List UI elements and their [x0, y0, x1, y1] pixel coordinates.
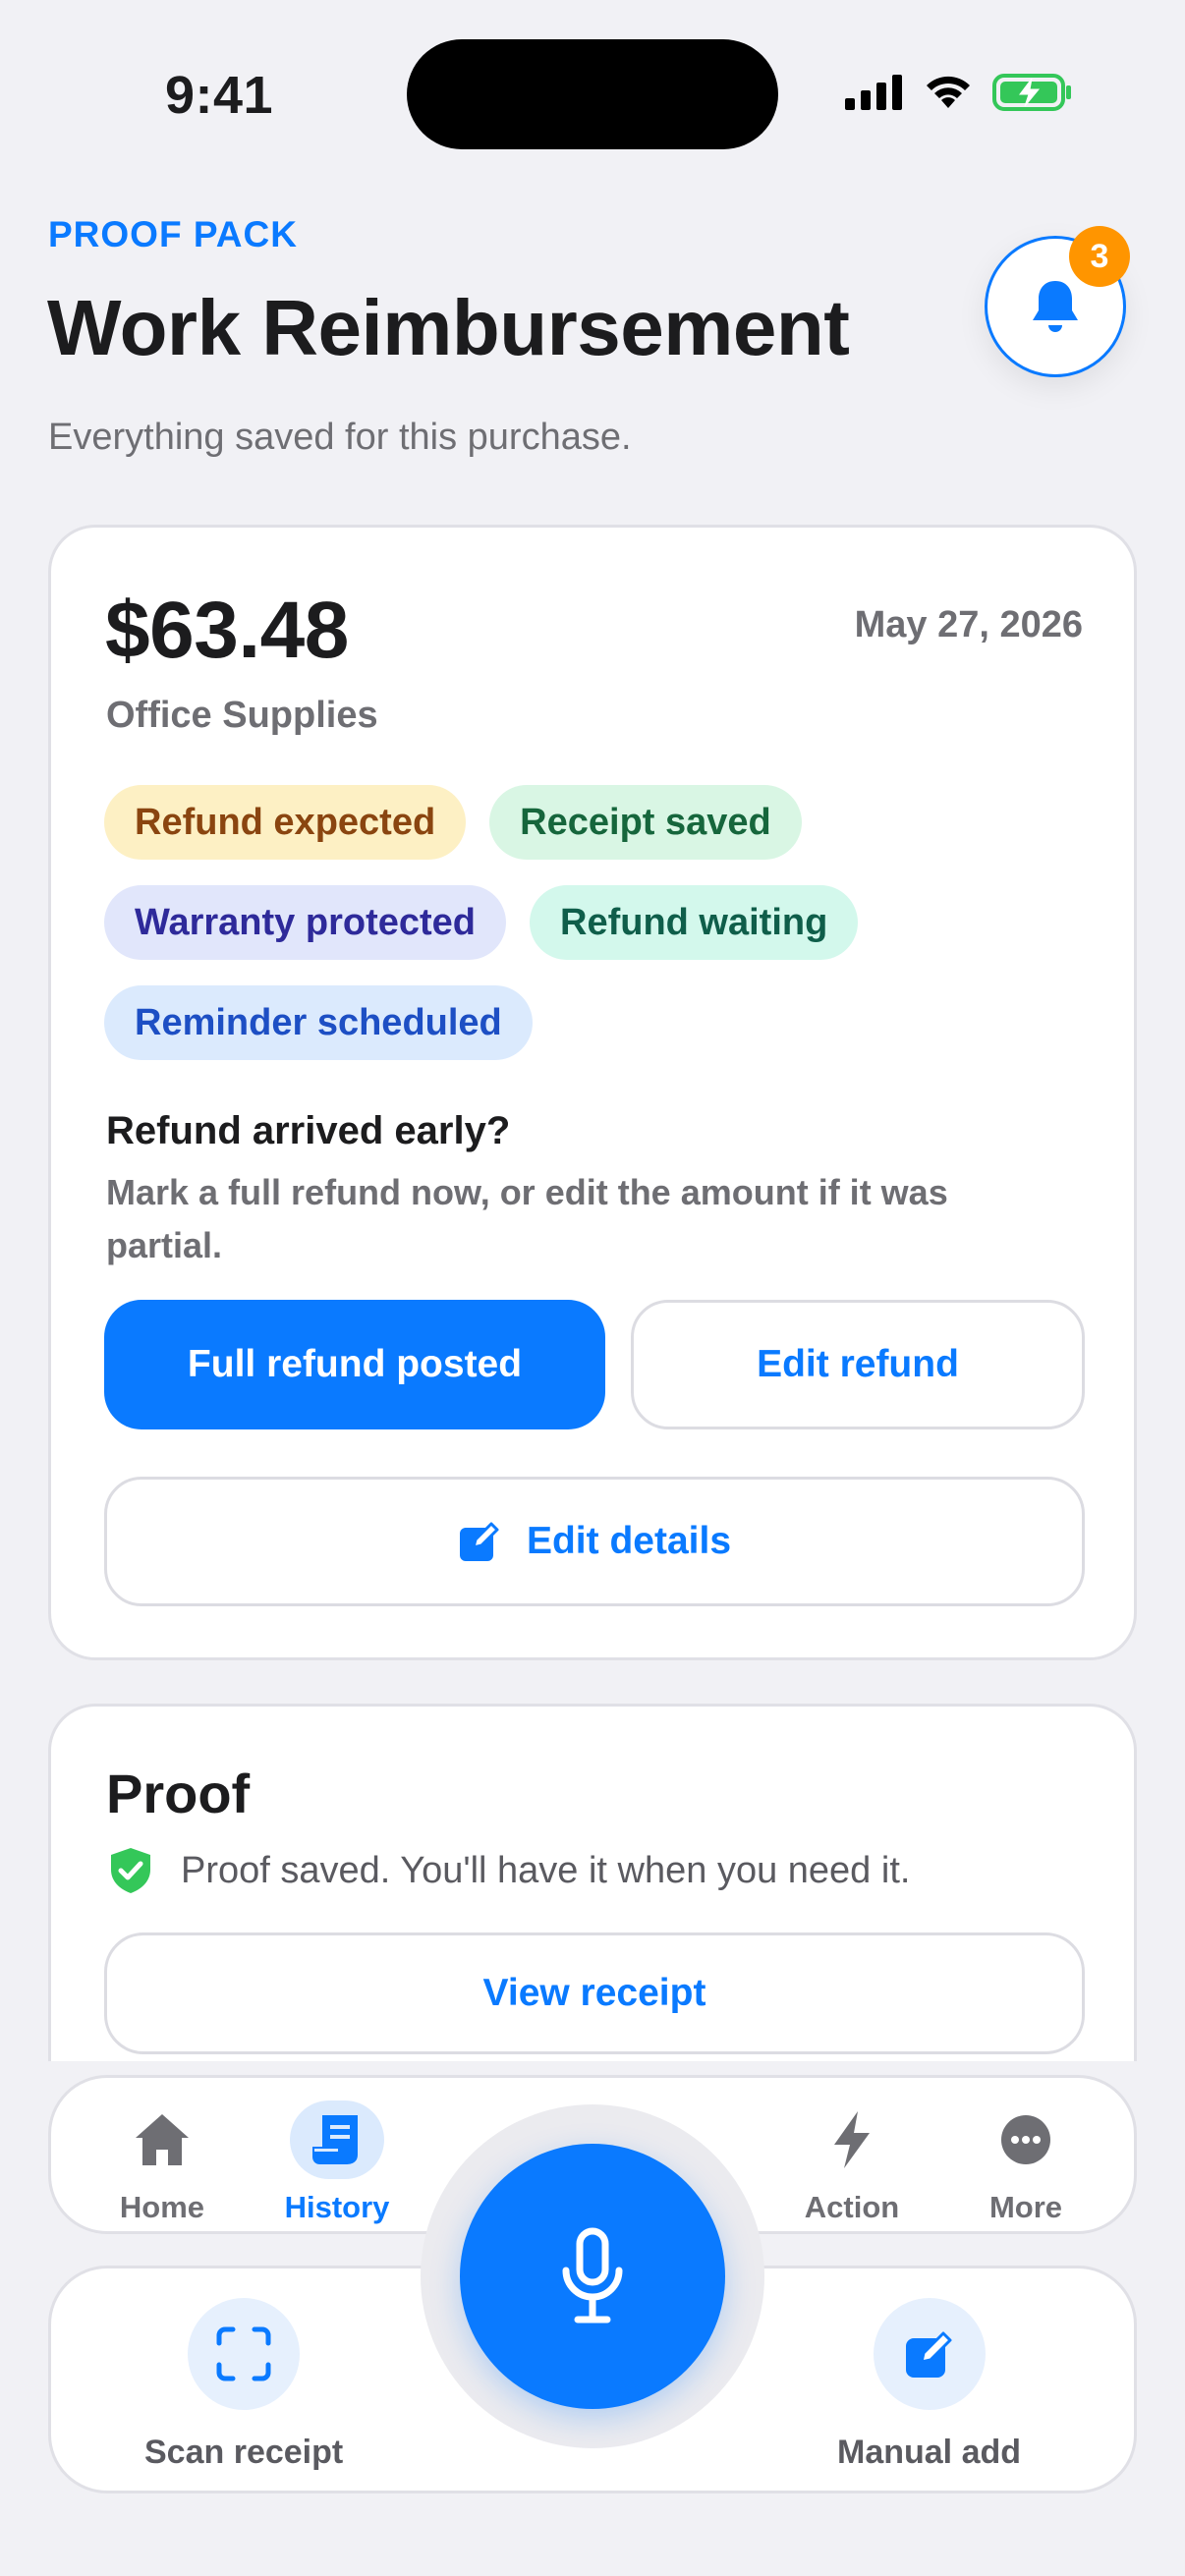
scan-receipt-button[interactable]: Scan receipt — [144, 2298, 343, 2472]
more-icon — [1001, 2115, 1050, 2164]
shield-check-icon — [111, 1848, 150, 1893]
edit-icon — [905, 2331, 952, 2378]
scan-receipt-label: Scan receipt — [144, 2434, 344, 2471]
status-icons — [845, 73, 1073, 112]
tab-history-label: History — [284, 2190, 390, 2224]
wifi-icon — [927, 76, 970, 108]
status-time: 9:41 — [165, 66, 274, 125]
lightning-icon — [834, 2111, 870, 2168]
purchase-date: May 27, 2026 — [854, 604, 1083, 645]
scan-frame-icon — [216, 2326, 271, 2381]
manual-add-label: Manual add — [837, 2434, 1022, 2471]
proof-status: Proof saved. You'll have it when you nee… — [106, 1846, 910, 1895]
status-bar: 9:41 — [0, 0, 1185, 187]
edit-icon — [459, 1522, 499, 1561]
refund-question-body: Mark a full refund now, or edit the amou… — [106, 1172, 948, 1265]
edit-refund-button[interactable]: Edit refund — [631, 1300, 1085, 1429]
purchase-category: Office Supplies — [106, 695, 378, 736]
battery-charging-icon — [992, 74, 1071, 111]
tab-history[interactable]: History — [263, 2100, 411, 2225]
proof-status-text: Proof saved. You'll have it when you nee… — [181, 1849, 911, 1891]
receipt-icon — [312, 2115, 358, 2164]
notification-badge: 3 — [1069, 226, 1130, 287]
tab-more[interactable]: More — [952, 2100, 1100, 2225]
home-icon — [136, 2114, 189, 2165]
edit-details-button[interactable]: Edit details — [104, 1477, 1085, 1606]
chip-receipt-saved: Receipt saved — [489, 785, 802, 860]
tab-home[interactable]: Home — [88, 2100, 236, 2225]
chip-refund-expected: Refund expected — [104, 785, 467, 860]
tab-more-label: More — [988, 2190, 1063, 2224]
dynamic-island — [407, 39, 778, 149]
tab-action[interactable]: Action — [778, 2100, 926, 2225]
cellular-signal-icon — [845, 75, 902, 110]
voice-input-button[interactable] — [460, 2144, 725, 2409]
refund-question-title: Refund arrived early? — [106, 1109, 511, 1152]
page-subtitle: Everything saved for this purchase. — [48, 417, 632, 458]
purchase-amount: $63.48 — [105, 586, 349, 675]
chip-refund-waiting: Refund waiting — [530, 885, 859, 960]
microphone-icon — [562, 2227, 623, 2324]
edit-details-label: Edit details — [526, 1520, 732, 1562]
tab-action-label: Action — [804, 2190, 900, 2224]
chip-warranty-protected: Warranty protected — [104, 885, 506, 960]
full-refund-button[interactable]: Full refund posted — [104, 1300, 605, 1429]
page-title: Work Reimbursement — [47, 284, 850, 371]
bell-icon — [1033, 281, 1078, 332]
eyebrow-label: PROOF PACK — [48, 214, 298, 254]
proof-title: Proof — [106, 1763, 251, 1824]
manual-add-button[interactable]: Manual add — [837, 2298, 1021, 2472]
view-receipt-button[interactable]: View receipt — [104, 1932, 1085, 2054]
chip-reminder-scheduled: Reminder scheduled — [104, 985, 533, 1060]
purchase-card: $63.48 May 27, 2026 Office Supplies Refu… — [48, 525, 1137, 1660]
status-chips: Refund expected Receipt saved Warranty p… — [104, 785, 1087, 1086]
tab-home-label: Home — [119, 2190, 205, 2224]
